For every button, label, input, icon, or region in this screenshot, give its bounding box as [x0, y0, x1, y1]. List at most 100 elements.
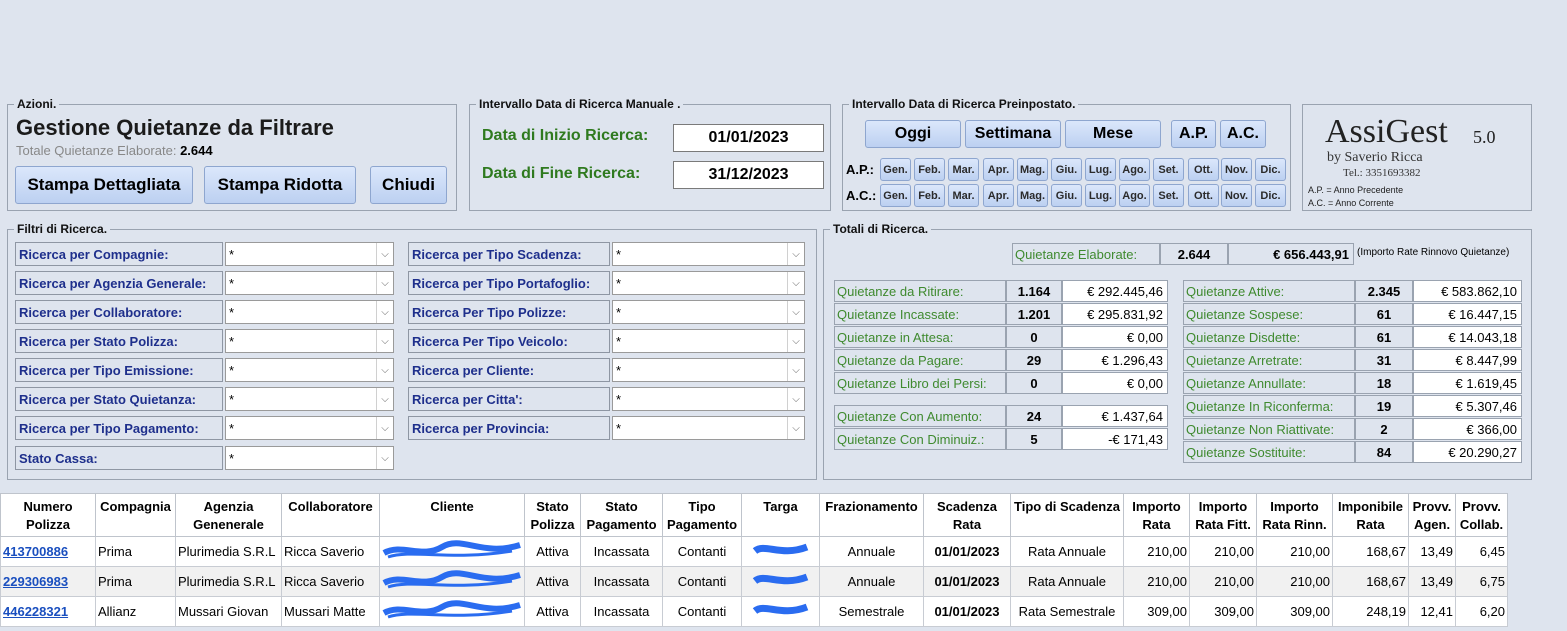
ap-month-6-button[interactable]: Giu. — [1051, 158, 1082, 181]
ac-month-12-button[interactable]: Dic. — [1255, 184, 1286, 207]
week-button[interactable]: Settimana — [965, 120, 1061, 148]
column-header[interactable]: Agenzia Genenerale — [175, 493, 282, 537]
column-header[interactable]: Importo Rata — [1123, 493, 1190, 537]
filter-right-4-label: Ricerca Per Tipo Veicolo: — [408, 329, 610, 353]
ap-month-7-button[interactable]: Lug. — [1085, 158, 1116, 181]
start-date-field[interactable]: 01/01/2023 — [673, 124, 824, 152]
ap-month-5-button[interactable]: Mag. — [1017, 158, 1048, 181]
chevron-down-icon[interactable]: ⌵ — [787, 243, 804, 265]
chevron-down-icon[interactable]: ⌵ — [376, 330, 393, 352]
chevron-down-icon[interactable]: ⌵ — [376, 388, 393, 410]
ac-month-11-button[interactable]: Nov. — [1221, 184, 1252, 207]
chevron-down-icon[interactable]: ⌵ — [376, 301, 393, 323]
filter-left-2-select[interactable]: * ⌵ — [225, 271, 394, 295]
column-header[interactable]: Scadenza Rata — [923, 493, 1011, 537]
today-button[interactable]: Oggi — [865, 120, 961, 148]
totals-left_a-5-amount: € 0,00 — [1062, 372, 1168, 394]
column-header[interactable]: Collaboratore — [281, 493, 380, 537]
filter-right-4-select[interactable]: * ⌵ — [612, 329, 805, 353]
column-header[interactable]: Stato Pagamento — [580, 493, 663, 537]
column-header[interactable]: Provv. Agen. — [1408, 493, 1456, 537]
column-header[interactable]: Stato Polizza — [524, 493, 581, 537]
ap-month-8-button[interactable]: Ago. — [1119, 158, 1150, 181]
month-button[interactable]: Mese — [1065, 120, 1161, 148]
ap-month-12-button[interactable]: Dic. — [1255, 158, 1286, 181]
chevron-down-icon[interactable]: ⌵ — [376, 243, 393, 265]
filter-right-1-select[interactable]: * ⌵ — [612, 242, 805, 266]
ac-month-5-button[interactable]: Mag. — [1017, 184, 1048, 207]
ap-month-11-button[interactable]: Nov. — [1221, 158, 1252, 181]
column-header[interactable]: Importo Rata Rinn. — [1256, 493, 1333, 537]
policy-number-link[interactable]: 413700886 — [3, 544, 68, 559]
filter-right-3-select[interactable]: * ⌵ — [612, 300, 805, 324]
ap-month-9-button[interactable]: Set. — [1153, 158, 1184, 181]
column-header[interactable]: Tipo di Scadenza — [1010, 493, 1124, 537]
chevron-down-icon[interactable]: ⌵ — [376, 417, 393, 439]
chevron-down-icon[interactable]: ⌵ — [376, 272, 393, 294]
ac-month-4-button[interactable]: Apr. — [983, 184, 1014, 207]
table-row[interactable]: 413700886 Prima Plurimedia S.R.L Ricca Save… — [0, 536, 1508, 567]
ap-month-1-button[interactable]: Gen. — [880, 158, 911, 181]
chevron-down-icon[interactable]: ⌵ — [787, 417, 804, 439]
total-processed-count-box: 2.644 — [1160, 243, 1228, 265]
ac-month-7-button[interactable]: Lug. — [1085, 184, 1116, 207]
ap-month-4-button[interactable]: Apr. — [983, 158, 1014, 181]
filter-left-6-select[interactable]: * ⌵ — [225, 387, 394, 411]
filter-right-7-select[interactable]: * ⌵ — [612, 416, 805, 440]
policy-number-link[interactable]: 229306983 — [3, 574, 68, 589]
ac-month-2-button[interactable]: Feb. — [914, 184, 945, 207]
ac-month-1-button[interactable]: Gen. — [880, 184, 911, 207]
total-processed: Totale Quietanze Elaborate: 2.644 — [16, 143, 213, 158]
ac-month-3-button[interactable]: Mar. — [948, 184, 979, 207]
ap-month-2-button[interactable]: Feb. — [914, 158, 945, 181]
ac-month-8-button[interactable]: Ago. — [1119, 184, 1150, 207]
brand-note-ap: A.P. = Anno Precedente — [1308, 185, 1404, 195]
chevron-down-icon[interactable]: ⌵ — [787, 301, 804, 323]
column-header[interactable]: Compagnia — [95, 493, 176, 537]
end-date-field[interactable]: 31/12/2023 — [673, 161, 824, 189]
close-button[interactable]: Chiudi — [370, 166, 447, 204]
ac-month-10-button[interactable]: Ott. — [1188, 184, 1219, 207]
chevron-down-icon[interactable]: ⌵ — [376, 447, 393, 469]
filter-left-5-select[interactable]: * ⌵ — [225, 358, 394, 382]
table-cell[interactable]: 446228321 — [0, 596, 96, 627]
column-header[interactable]: Importo Rata Fitt. — [1189, 493, 1257, 537]
column-header[interactable]: Tipo Pagamento — [662, 493, 742, 537]
table-cell[interactable]: 413700886 — [0, 536, 96, 567]
table-cell: 210,00 — [1123, 566, 1190, 597]
totals-left_a-4-label: Quietanze da Pagare: — [834, 349, 1006, 371]
filter-left-8-select[interactable]: * ⌵ — [225, 446, 394, 470]
table-cell[interactable]: 229306983 — [0, 566, 96, 597]
print-detailed-button[interactable]: Stampa Dettagliata — [15, 166, 193, 204]
column-header[interactable]: Numero Polizza — [0, 493, 96, 537]
filter-left-7-select[interactable]: * ⌵ — [225, 416, 394, 440]
chevron-down-icon[interactable]: ⌵ — [787, 388, 804, 410]
table-row[interactable]: 229306983 Prima Plurimedia S.R.L Ricca Save… — [0, 566, 1508, 597]
table-cell: 168,67 — [1332, 566, 1409, 597]
table-cell: Attiva — [524, 566, 581, 597]
previous-year-button[interactable]: A.P. — [1171, 120, 1216, 148]
filter-left-3-select[interactable]: * ⌵ — [225, 300, 394, 324]
chevron-down-icon[interactable]: ⌵ — [787, 272, 804, 294]
filter-left-1-select[interactable]: * ⌵ — [225, 242, 394, 266]
column-header[interactable]: Frazionamento — [819, 493, 924, 537]
chevron-down-icon[interactable]: ⌵ — [787, 359, 804, 381]
column-header[interactable]: Targa — [741, 493, 820, 537]
ap-month-3-button[interactable]: Mar. — [948, 158, 979, 181]
print-reduced-button[interactable]: Stampa Ridotta — [204, 166, 356, 204]
policy-number-link[interactable]: 446228321 — [3, 604, 68, 619]
current-year-button[interactable]: A.C. — [1220, 120, 1266, 148]
ac-month-9-button[interactable]: Set. — [1153, 184, 1184, 207]
filter-right-6-select[interactable]: * ⌵ — [612, 387, 805, 411]
ap-month-10-button[interactable]: Ott. — [1188, 158, 1219, 181]
filter-right-5-select[interactable]: * ⌵ — [612, 358, 805, 382]
column-header[interactable]: Imponibile Rata — [1332, 493, 1409, 537]
column-header[interactable]: Cliente — [379, 493, 525, 537]
filter-left-4-select[interactable]: * ⌵ — [225, 329, 394, 353]
filter-right-2-select[interactable]: * ⌵ — [612, 271, 805, 295]
chevron-down-icon[interactable]: ⌵ — [787, 330, 804, 352]
column-header[interactable]: Provv. Collab. — [1455, 493, 1508, 537]
chevron-down-icon[interactable]: ⌵ — [376, 359, 393, 381]
table-row[interactable]: 446228321 Allianz Mussari Giovan Mussari Ma… — [0, 596, 1508, 627]
ac-month-6-button[interactable]: Giu. — [1051, 184, 1082, 207]
